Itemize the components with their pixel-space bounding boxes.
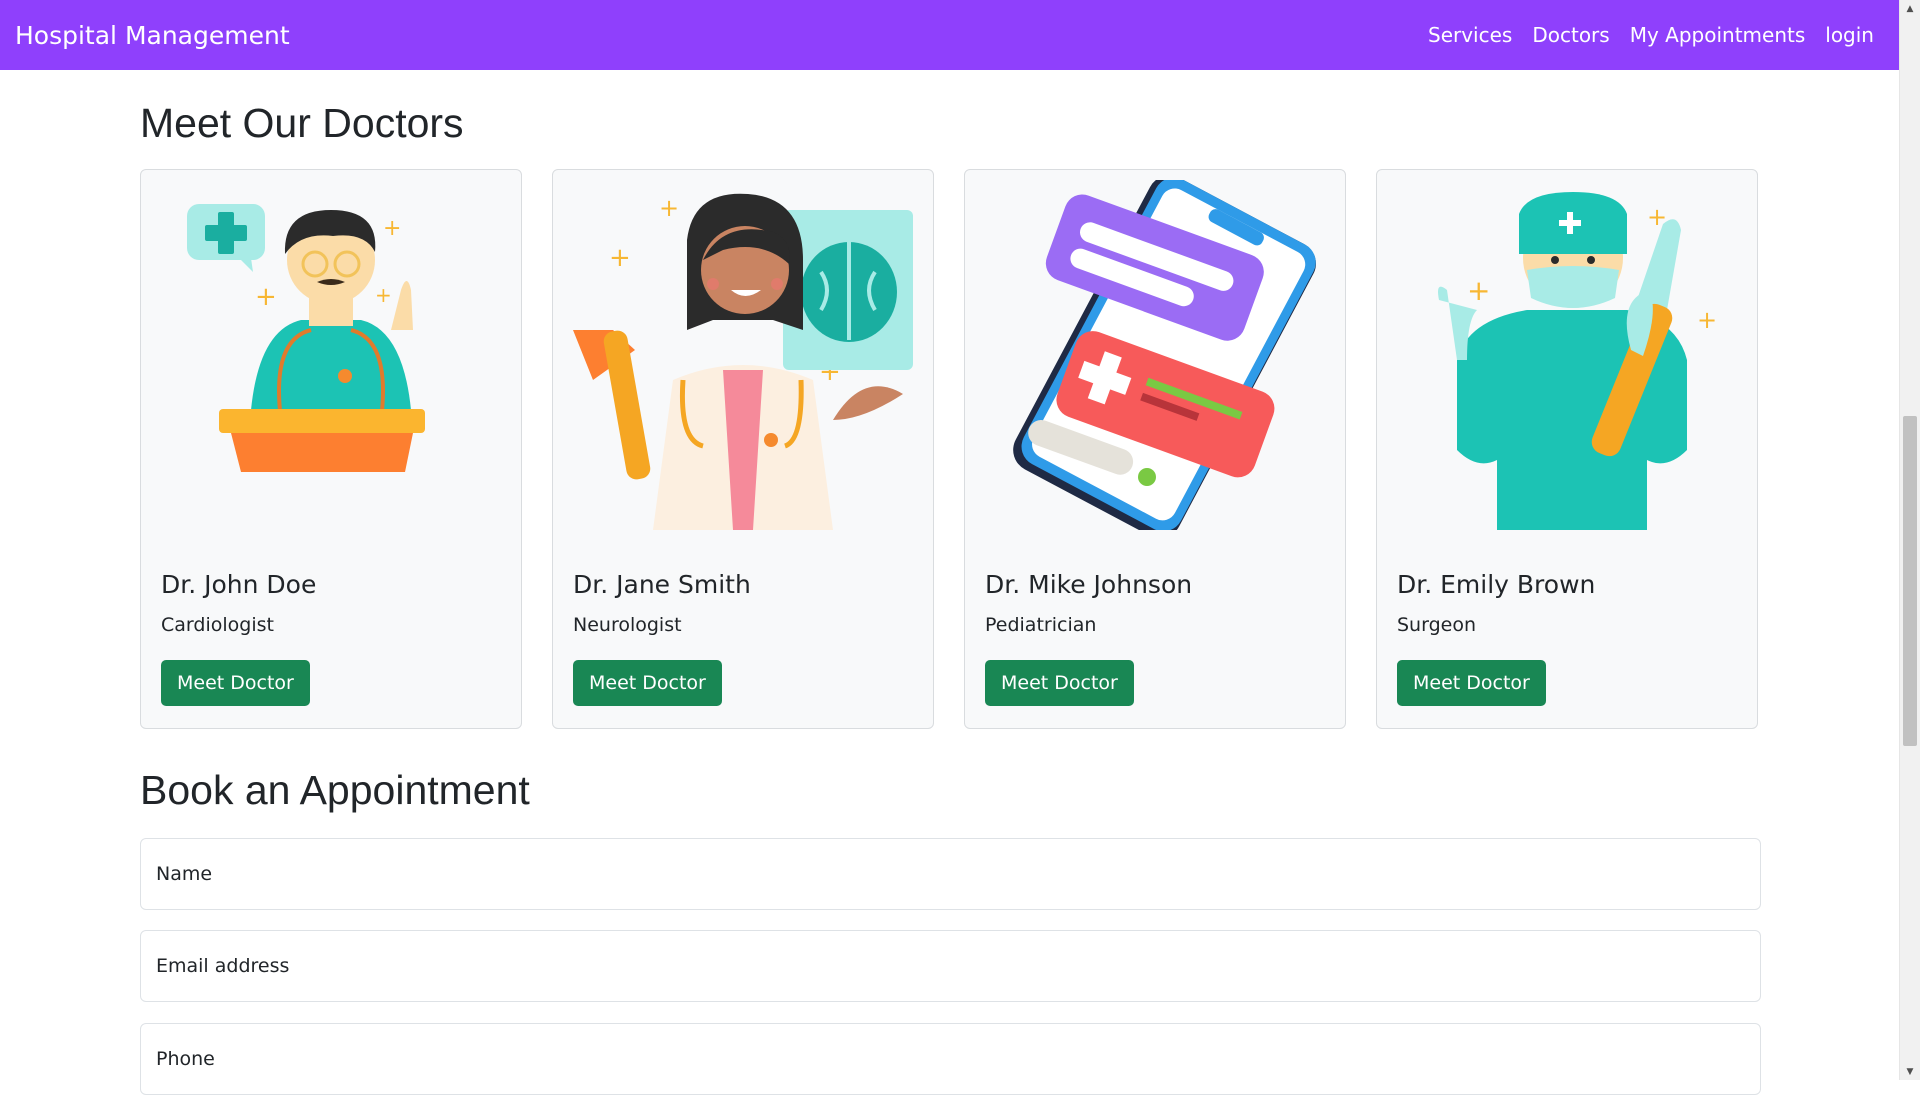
nav-link-doctors[interactable]: Doctors xyxy=(1532,23,1609,47)
doctor-illustration-cardiologist: + + + xyxy=(151,180,511,530)
doctor-illustration-neurologist: + + + xyxy=(563,180,923,530)
doctor-specialty: Surgeon xyxy=(1397,614,1476,636)
doctor-card: Dr. Mike Johnson Pediatrician Meet Docto… xyxy=(964,169,1346,729)
svg-text:+: + xyxy=(1467,274,1490,307)
appointment-section-title: Book an Appointment xyxy=(140,767,530,813)
nav-link-services[interactable]: Services xyxy=(1428,23,1512,47)
doctor-illustration-surgeon: + + + xyxy=(1387,180,1747,530)
doctor-specialty: Pediatrician xyxy=(985,614,1097,636)
doctor-illustration-mobile-chat xyxy=(975,180,1335,530)
scroll-up-arrow-icon[interactable]: ▲ xyxy=(1900,0,1920,17)
email-input[interactable] xyxy=(140,930,1761,1002)
scrollbar-thumb[interactable] xyxy=(1903,416,1917,746)
meet-doctor-button[interactable]: Meet Doctor xyxy=(1397,660,1546,706)
doctor-name: Dr. Emily Brown xyxy=(1397,570,1596,599)
name-input[interactable] xyxy=(140,838,1761,910)
page-scrollbar[interactable]: ▲ ▼ xyxy=(1899,0,1920,1080)
nav-link-my-appointments[interactable]: My Appointments xyxy=(1630,23,1806,47)
doctor-name: Dr. John Doe xyxy=(161,570,317,599)
doctor-name: Dr. Jane Smith xyxy=(573,570,751,599)
meet-doctor-button[interactable]: Meet Doctor xyxy=(161,660,310,706)
doctor-card: + + + Dr. Jane Smith Neurologist Meet Do… xyxy=(552,169,934,729)
doctor-card: + + + Dr. Emily Brown Surgeon Meet Docto… xyxy=(1376,169,1758,729)
svg-text:+: + xyxy=(609,243,631,273)
nav-links: Services Doctors My Appointments login xyxy=(1428,23,1874,47)
doctors-section-title: Meet Our Doctors xyxy=(140,100,464,146)
doctor-specialty: Neurologist xyxy=(573,614,682,636)
brand-link[interactable]: Hospital Management xyxy=(15,21,290,50)
doctor-specialty: Cardiologist xyxy=(161,614,274,636)
meet-doctor-button[interactable]: Meet Doctor xyxy=(573,660,722,706)
doctor-cards: + + + Dr. John Doe Cardiologist Meet Doc… xyxy=(140,169,1761,729)
svg-text:+: + xyxy=(255,282,277,312)
meet-doctor-button[interactable]: Meet Doctor xyxy=(985,660,1134,706)
svg-text:+: + xyxy=(375,283,392,307)
svg-text:+: + xyxy=(1697,306,1717,334)
svg-text:+: + xyxy=(659,194,679,222)
nav-link-login[interactable]: login xyxy=(1825,23,1874,47)
phone-input[interactable] xyxy=(140,1023,1761,1095)
scroll-down-arrow-icon[interactable]: ▼ xyxy=(1900,1063,1920,1080)
doctor-name: Dr. Mike Johnson xyxy=(985,570,1193,599)
navbar: Hospital Management Services Doctors My … xyxy=(0,0,1899,70)
svg-text:+: + xyxy=(383,216,401,241)
doctor-card: + + + Dr. John Doe Cardiologist Meet Doc… xyxy=(140,169,522,729)
